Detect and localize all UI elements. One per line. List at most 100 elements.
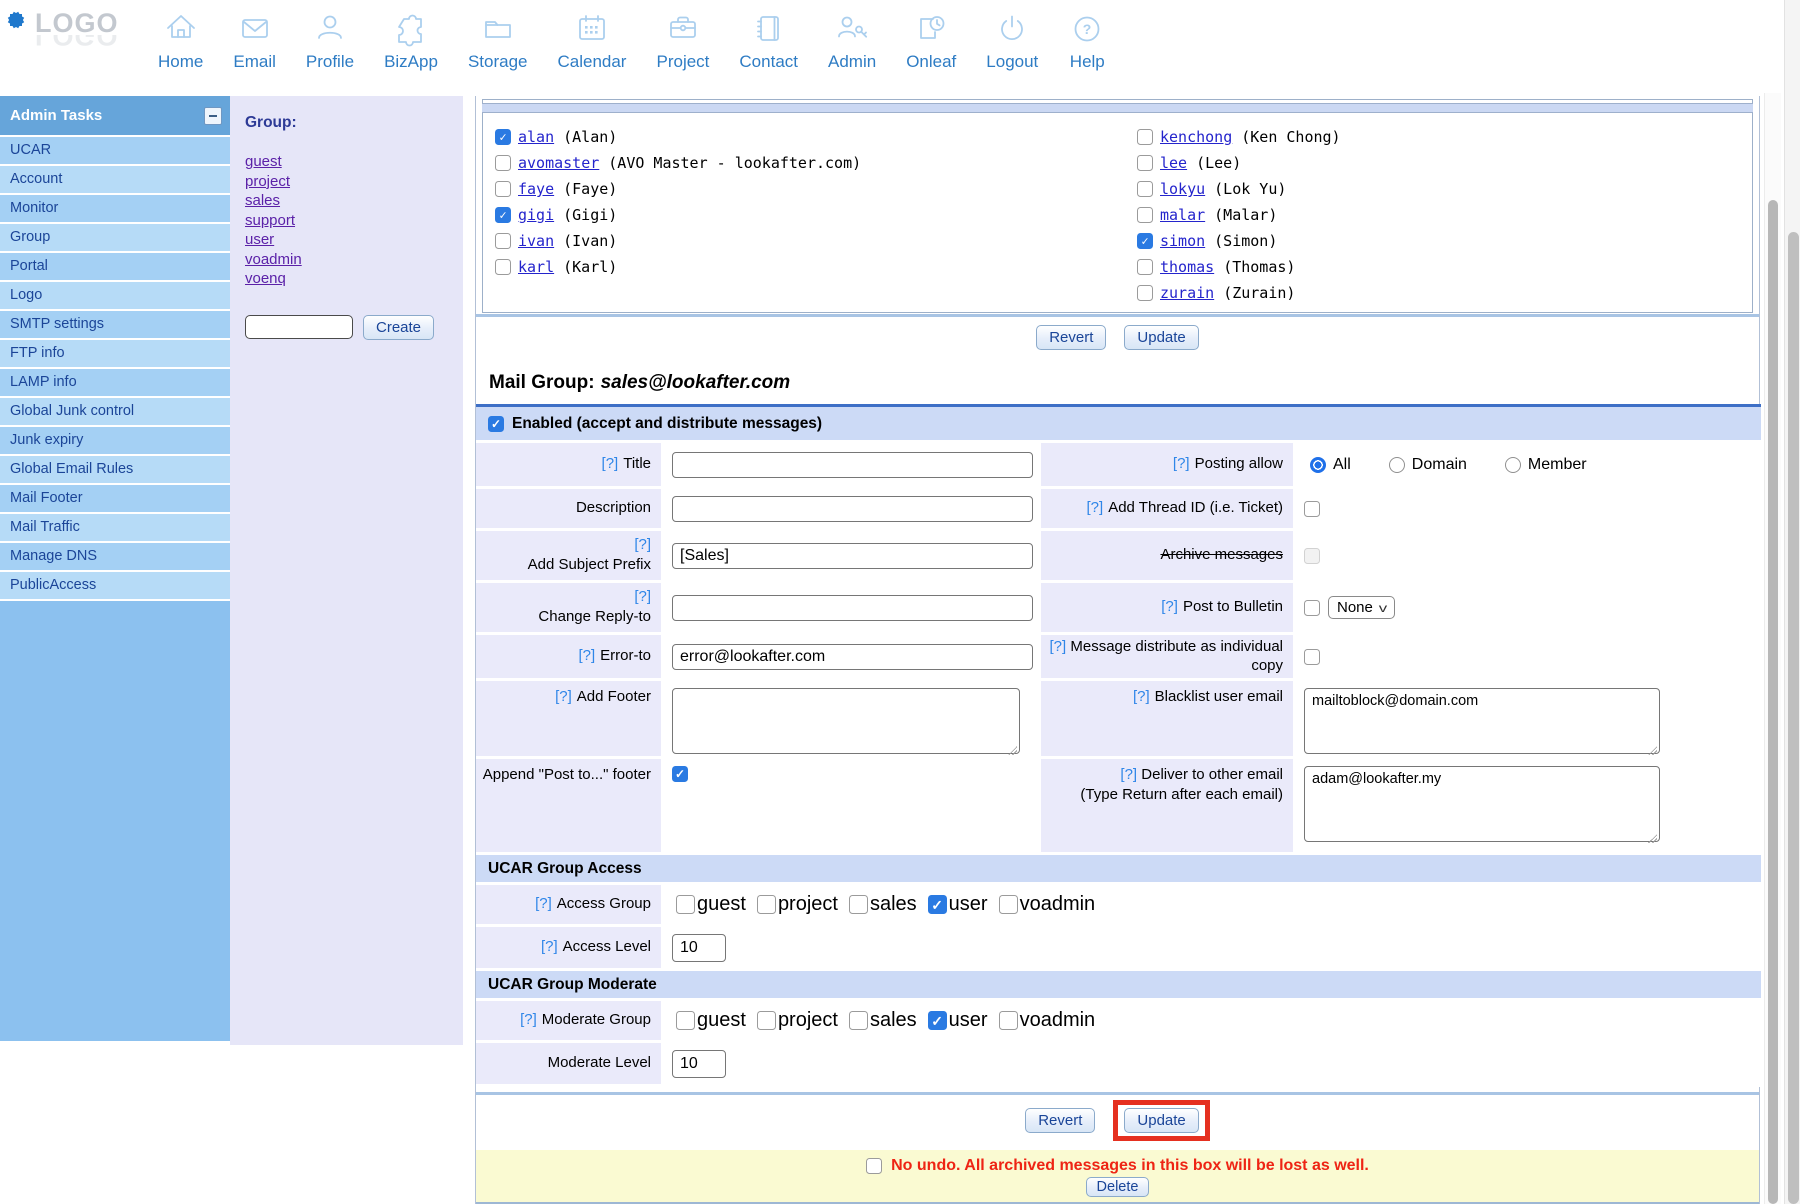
group-link[interactable]: sales <box>245 191 280 211</box>
moderate-level-input[interactable] <box>672 1050 726 1078</box>
member-checkbox[interactable] <box>1137 233 1153 249</box>
sidebar-item[interactable]: Portal <box>0 253 230 282</box>
group-link[interactable]: voenq <box>245 269 286 289</box>
subject-prefix-input[interactable] <box>672 543 1033 569</box>
distribute-checkbox[interactable] <box>1304 649 1320 665</box>
revert-button-bottom[interactable]: Revert <box>1025 1108 1095 1133</box>
help-link[interactable]: [?] <box>1050 638 1067 655</box>
help-link[interactable]: [?] <box>535 895 552 914</box>
bulletin-checkbox[interactable] <box>1304 600 1320 616</box>
group-link[interactable]: project <box>245 172 290 192</box>
member-checkbox[interactable] <box>1137 129 1153 145</box>
access-group-option[interactable]: guest <box>676 893 746 916</box>
sidebar-item[interactable]: UCAR <box>0 137 230 166</box>
sidebar-item[interactable]: Manage DNS <box>0 543 230 572</box>
update-button[interactable]: Update <box>1124 325 1198 350</box>
moderate-group-option[interactable]: project <box>757 1009 838 1032</box>
add-footer-textarea[interactable] <box>672 688 1020 754</box>
posting-allow-option[interactable]: Domain <box>1389 456 1467 474</box>
member-link[interactable]: lee <box>1160 154 1187 172</box>
help-link[interactable]: [?] <box>1161 598 1178 617</box>
nav-item-contact[interactable]: Contact <box>739 10 798 72</box>
title-input[interactable] <box>672 452 1033 478</box>
delete-button[interactable]: Delete <box>1086 1177 1150 1197</box>
group-link[interactable]: user <box>245 230 274 250</box>
member-link[interactable]: karl <box>518 258 554 276</box>
sidebar-item[interactable]: LAMP info <box>0 369 230 398</box>
moderate-group-option[interactable]: user <box>928 1009 988 1032</box>
help-link[interactable]: [?] <box>520 1011 537 1030</box>
member-link[interactable]: lokyu <box>1160 180 1205 198</box>
nav-item-logout[interactable]: Logout <box>986 10 1038 72</box>
member-checkbox[interactable] <box>1137 259 1153 275</box>
group-link[interactable]: voadmin <box>245 250 302 270</box>
nav-item-admin[interactable]: Admin <box>828 10 876 72</box>
error-to-input[interactable] <box>672 644 1033 670</box>
help-link[interactable]: [?] <box>1133 688 1150 707</box>
help-link[interactable]: [?] <box>634 536 651 555</box>
sidebar-item[interactable]: Global Email Rules <box>0 456 230 485</box>
help-link[interactable]: [?] <box>1120 766 1137 783</box>
help-link[interactable]: [?] <box>541 938 558 957</box>
member-link[interactable]: thomas <box>1160 258 1214 276</box>
nav-item-help[interactable]: ? Help <box>1068 10 1106 72</box>
delete-confirm-checkbox[interactable] <box>866 1158 882 1174</box>
member-link[interactable]: gigi <box>518 206 554 224</box>
help-link[interactable]: [?] <box>578 647 595 666</box>
deliver-textarea[interactable]: adam@lookafter.my <box>1304 766 1660 842</box>
new-group-input[interactable] <box>245 315 353 339</box>
access-group-option[interactable]: user <box>928 893 988 916</box>
nav-item-calendar[interactable]: Calendar <box>557 10 626 72</box>
nav-item-email[interactable]: Email <box>233 10 276 72</box>
sidebar-item[interactable]: PublicAccess <box>0 572 230 601</box>
revert-button[interactable]: Revert <box>1036 325 1106 350</box>
member-link[interactable]: ivan <box>518 232 554 250</box>
nav-item-profile[interactable]: Profile <box>306 10 354 72</box>
posting-allow-option[interactable]: Member <box>1505 456 1587 474</box>
help-link[interactable]: [?] <box>555 688 572 707</box>
page-scrollbar-thumb[interactable] <box>1788 232 1799 1204</box>
help-link[interactable]: [?] <box>1173 455 1190 474</box>
enabled-checkbox[interactable] <box>488 416 504 432</box>
member-link[interactable]: avomaster <box>518 154 599 172</box>
access-group-option[interactable]: project <box>757 893 838 916</box>
member-checkbox[interactable] <box>495 233 511 249</box>
member-checkbox[interactable] <box>495 207 511 223</box>
group-link[interactable]: support <box>245 211 295 231</box>
member-checkbox[interactable] <box>1137 181 1153 197</box>
access-level-input[interactable] <box>672 934 726 962</box>
page-scrollbar-track[interactable] <box>1784 0 1800 1204</box>
sidebar-item[interactable]: Global Junk control <box>0 398 230 427</box>
member-checkbox[interactable] <box>495 129 511 145</box>
nav-item-bizapp[interactable]: BizApp <box>384 10 438 72</box>
sidebar-item[interactable]: Mail Footer <box>0 485 230 514</box>
description-input[interactable] <box>672 496 1033 522</box>
moderate-group-option[interactable]: guest <box>676 1009 746 1032</box>
thread-id-checkbox[interactable] <box>1304 501 1320 517</box>
member-link[interactable]: kenchong <box>1160 128 1232 146</box>
member-checkbox[interactable] <box>1137 285 1153 301</box>
sidebar-item[interactable]: Account <box>0 166 230 195</box>
access-group-option[interactable]: sales <box>849 893 917 916</box>
create-group-button[interactable]: Create <box>363 315 434 340</box>
sidebar-item[interactable]: SMTP settings <box>0 311 230 340</box>
member-link[interactable]: malar <box>1160 206 1205 224</box>
content-scrollbar-track[interactable] <box>1764 93 1781 1204</box>
bulletin-select[interactable]: None v <box>1328 596 1395 619</box>
moderate-group-option[interactable]: sales <box>849 1009 917 1032</box>
posting-allow-option[interactable]: All <box>1310 456 1351 474</box>
help-link[interactable]: [?] <box>634 588 651 607</box>
sidebar-item[interactable]: Mail Traffic <box>0 514 230 543</box>
blacklist-textarea[interactable]: mailtoblock@domain.com <box>1304 688 1660 754</box>
help-link[interactable]: [?] <box>602 455 619 474</box>
member-checkbox[interactable] <box>495 181 511 197</box>
nav-item-onleaf[interactable]: Onleaf <box>906 10 956 72</box>
member-checkbox[interactable] <box>1137 207 1153 223</box>
member-checkbox[interactable] <box>495 259 511 275</box>
access-group-option[interactable]: voadmin <box>999 893 1096 916</box>
sidebar-item[interactable]: Junk expiry <box>0 427 230 456</box>
nav-item-storage[interactable]: Storage <box>468 10 528 72</box>
help-link[interactable]: [?] <box>1087 499 1104 518</box>
nav-item-home[interactable]: Home <box>158 10 203 72</box>
sidebar-item[interactable]: FTP info <box>0 340 230 369</box>
